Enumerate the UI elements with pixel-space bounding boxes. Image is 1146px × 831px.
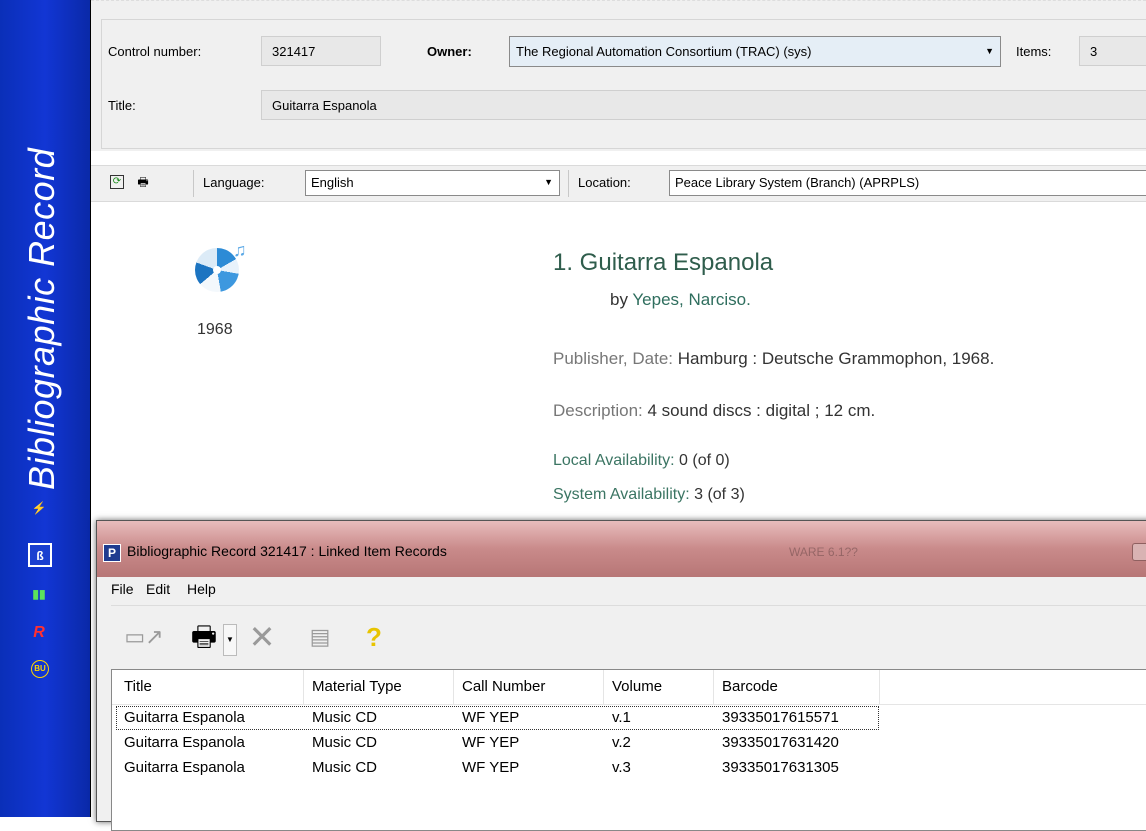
owner-label: Owner: <box>427 44 472 59</box>
local-availability-line[interactable]: Local Availability: 0 (of 0) <box>553 452 730 470</box>
print-icon[interactable]: 🖶 <box>187 622 221 652</box>
print-dropdown-icon[interactable]: ▼ <box>223 624 237 656</box>
chevron-down-icon: ▼ <box>544 177 553 187</box>
bib-record-icon[interactable]: ß <box>28 543 52 567</box>
cell-call-number: WF YEP <box>462 734 520 751</box>
col-barcode-header[interactable]: Barcode <box>714 670 880 704</box>
music-note-icon: ♫ <box>233 240 247 260</box>
cell-title: Guitarra Espanola <box>124 734 245 751</box>
table-row[interactable]: Guitarra Espanola Music CD WF YEP v.1 39… <box>112 706 1146 730</box>
sidebar-title: Bibliographic Record <box>21 147 62 490</box>
sidebar: Bibliographic Record ⚡ ß ▮▮ R BU <box>0 0 91 817</box>
add-item-icon[interactable]: ▭↗ <box>123 622 165 652</box>
table-row[interactable]: Guitarra Espanola Music CD WF YEP v.2 39… <box>112 731 1146 755</box>
publisher-line: Publisher, Date: Hamburg : Deutsche Gram… <box>553 349 994 369</box>
record-year: 1968 <box>197 321 233 338</box>
toolbar-separator <box>193 170 194 197</box>
language-value: English <box>311 175 354 190</box>
chevron-down-icon: ▼ <box>985 46 994 56</box>
col-call-number-header[interactable]: Call Number <box>454 670 604 704</box>
by-label: by <box>610 290 628 309</box>
owner-value: The Regional Automation Consortium (TRAC… <box>516 44 812 59</box>
location-select[interactable]: Peace Library System (Branch) (APRPLS) <box>669 170 1146 196</box>
description-value: 4 sound discs : digital ; 12 cm. <box>647 401 876 420</box>
items-label: Items: <box>1016 44 1052 59</box>
list-header: Title Material Type Call Number Volume B… <box>112 670 1146 705</box>
window-titlebar[interactable]: P Bibliographic Record 321417 : Linked I… <box>97 521 1146 577</box>
location-value: Peace Library System (Branch) (APRPLS) <box>675 175 920 190</box>
refresh-icon[interactable]: ⟳ <box>110 175 124 189</box>
language-select[interactable]: English ▼ <box>305 170 560 196</box>
items-count-field[interactable]: 3 <box>1079 36 1146 66</box>
cell-call-number: WF YEP <box>462 759 520 776</box>
record-header: Control number: 321417 Owner: The Region… <box>91 0 1146 151</box>
publisher-label: Publisher, Date: <box>553 349 674 368</box>
col-material-type-header[interactable]: Material Type <box>304 670 454 704</box>
cell-material-type: Music CD <box>312 709 378 726</box>
description-line: Description: 4 sound discs : digital ; 1… <box>553 401 875 421</box>
properties-icon[interactable]: ▤ <box>305 622 335 652</box>
cell-barcode: 39335017615571 <box>722 709 839 726</box>
menu-edit[interactable]: Edit <box>146 581 170 597</box>
delete-icon[interactable]: ✕ <box>245 621 279 653</box>
publisher-value: Hamburg : Deutsche Grammophon, 1968. <box>677 349 995 368</box>
cell-barcode: 39335017631420 <box>722 734 839 751</box>
menu-help[interactable]: Help <box>187 581 216 597</box>
author-link[interactable]: Yepes, Narciso. <box>632 290 750 309</box>
local-availability-value: 0 (of 0) <box>679 452 730 469</box>
linked-items-window[interactable]: P Bibliographic Record 321417 : Linked I… <box>96 520 1146 831</box>
description-label: Description: <box>553 401 643 420</box>
owner-select[interactable]: The Regional Automation Consortium (TRAC… <box>509 36 1001 67</box>
window-title: Bibliographic Record 321417 : Linked Ite… <box>127 543 447 559</box>
menu-bar: File Edit Help <box>111 577 1146 603</box>
cell-title: Guitarra Espanola <box>124 709 245 726</box>
table-row[interactable]: Guitarra Espanola Music CD WF YEP v.3 39… <box>112 756 1146 780</box>
r-logo-icon[interactable]: R <box>28 622 50 644</box>
lightning-icon[interactable]: ⚡ <box>28 497 50 519</box>
system-availability-label: System Availability: <box>553 486 690 503</box>
cell-material-type: Music CD <box>312 759 378 776</box>
location-label: Location: <box>578 175 631 190</box>
control-number-field[interactable]: 321417 <box>261 36 381 66</box>
local-availability-label: Local Availability: <box>553 452 675 469</box>
cell-material-type: Music CD <box>312 734 378 751</box>
control-number-label: Control number: <box>108 44 202 59</box>
language-label: Language: <box>203 175 265 190</box>
toolbar-separator <box>568 170 569 197</box>
cell-volume: v.1 <box>612 709 631 726</box>
window-ghost-text: WARE 6.1?? <box>789 545 858 559</box>
col-volume-header[interactable]: Volume <box>604 670 714 704</box>
system-availability-line[interactable]: System Availability: 3 (of 3) <box>553 486 745 504</box>
cell-volume: v.3 <box>612 759 631 776</box>
help-icon[interactable]: ? <box>357 622 391 652</box>
system-availability-value: 3 (of 3) <box>694 486 745 503</box>
cell-title: Guitarra Espanola <box>124 759 245 776</box>
view-toolbar: ⟳ 🖶 Language: English ▼ Location: Peace … <box>91 165 1146 202</box>
col-title-header[interactable]: Title <box>116 670 304 704</box>
cell-call-number: WF YEP <box>462 709 520 726</box>
chart-icon[interactable]: ▮▮ <box>28 583 50 605</box>
circle-logo-icon[interactable]: BU <box>31 660 49 678</box>
print-icon[interactable]: 🖶 <box>135 174 151 190</box>
title-label: Title: <box>108 98 136 113</box>
record-title[interactable]: 1. Guitarra Espanola <box>553 249 773 277</box>
menu-file[interactable]: File <box>111 581 134 597</box>
cell-volume: v.2 <box>612 734 631 751</box>
cell-barcode: 39335017631305 <box>722 759 839 776</box>
linked-items-list[interactable]: Title Material Type Call Number Volume B… <box>111 669 1146 831</box>
title-field[interactable]: Guitarra Espanola <box>261 90 1146 120</box>
app-logo-icon: P <box>103 544 121 562</box>
minimize-button[interactable] <box>1132 543 1146 561</box>
record-author-line: by Yepes, Narciso. <box>610 290 751 310</box>
window-toolbar: ▭↗ 🖶 ▼ ✕ ▤ ? <box>111 605 1146 664</box>
